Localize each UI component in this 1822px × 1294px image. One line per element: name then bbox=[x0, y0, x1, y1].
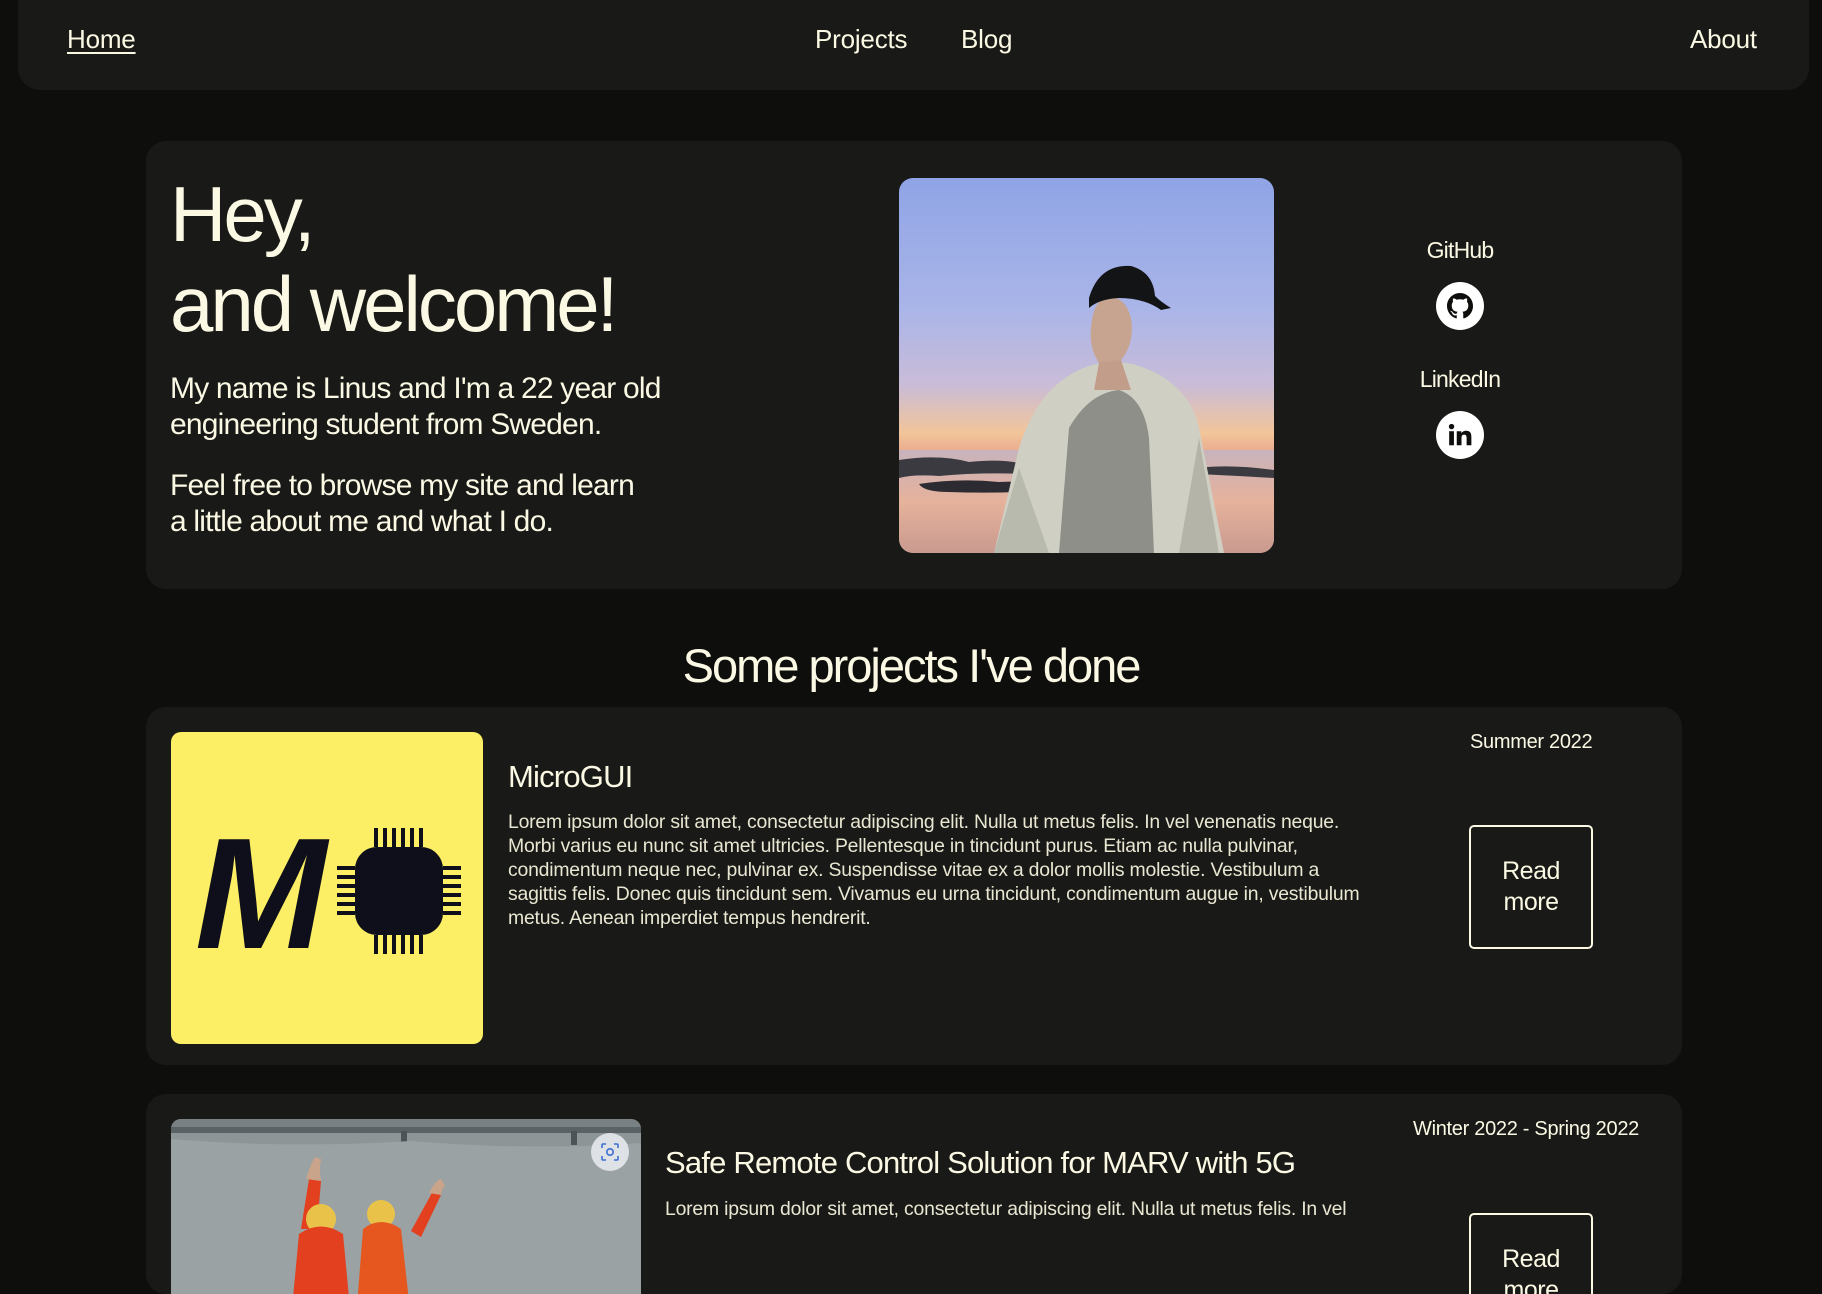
hero-browse-text: Feel free to browse my site and learn a … bbox=[170, 468, 690, 540]
github-social: GitHub bbox=[1380, 237, 1540, 330]
project-date: Summer 2022 bbox=[1470, 731, 1593, 753]
hero-title-line1: Hey, bbox=[170, 170, 316, 258]
project-card: Safe Remote Control Solution for MARV wi… bbox=[146, 1094, 1682, 1294]
linkedin-icon bbox=[1448, 423, 1472, 446]
hero-intro-line1: My name is Linus and I'm a 22 year old bbox=[170, 372, 661, 405]
chip-icon bbox=[337, 828, 461, 954]
hero-browse-line1: Feel free to browse my site and learn bbox=[170, 469, 635, 502]
image-scan-icon[interactable] bbox=[591, 1133, 629, 1171]
read-more-button[interactable]: Read more bbox=[1469, 825, 1593, 949]
github-label: GitHub bbox=[1426, 237, 1495, 263]
linkedin-label: LinkedIn bbox=[1419, 366, 1501, 392]
project-description: Lorem ipsum dolor sit amet, consectetur … bbox=[665, 1198, 1347, 1220]
nav-projects-link[interactable]: Projects bbox=[815, 24, 908, 55]
scan-icon bbox=[601, 1143, 619, 1161]
hero-intro: My name is Linus and I'm a 22 year old e… bbox=[170, 371, 690, 443]
github-icon bbox=[1447, 293, 1473, 319]
linkedin-social: LinkedIn bbox=[1380, 366, 1540, 459]
nav-about-link[interactable]: About bbox=[1690, 24, 1757, 55]
project-date: Winter 2022 - Spring 2022 bbox=[1413, 1118, 1639, 1140]
hero-browse-line2: a little about me and what I do. bbox=[170, 505, 554, 538]
top-nav: Home Projects Blog About bbox=[18, 0, 1809, 90]
hero-card: Hey, and welcome! My name is Linus and I… bbox=[146, 141, 1682, 589]
github-button[interactable] bbox=[1436, 282, 1484, 330]
hero-title-line2: and welcome! bbox=[170, 260, 618, 348]
project-description: Lorem ipsum dolor sit amet, consectetur … bbox=[508, 811, 1360, 929]
project-photo bbox=[171, 1119, 641, 1294]
hero-title: Hey, and welcome! bbox=[170, 169, 618, 349]
project-card: M MicroGUI Lorem ipsum dolor sit amet, c… bbox=[146, 707, 1682, 1065]
project-title: Safe Remote Control Solution for MARV wi… bbox=[665, 1145, 1296, 1180]
linkedin-button[interactable] bbox=[1436, 411, 1484, 459]
read-more-button[interactable]: Read more bbox=[1469, 1213, 1593, 1294]
profile-photo bbox=[899, 178, 1274, 553]
hero-intro-line2: engineering student from Sweden. bbox=[170, 408, 602, 441]
projects-section-title: Some projects I've done bbox=[682, 639, 1142, 692]
nav-home-link[interactable]: Home bbox=[67, 24, 136, 55]
project-title: MicroGUI bbox=[508, 759, 633, 794]
nav-blog-link[interactable]: Blog bbox=[961, 24, 1012, 55]
microgui-logo: M bbox=[171, 732, 483, 1044]
logo-letter: M bbox=[195, 806, 330, 982]
